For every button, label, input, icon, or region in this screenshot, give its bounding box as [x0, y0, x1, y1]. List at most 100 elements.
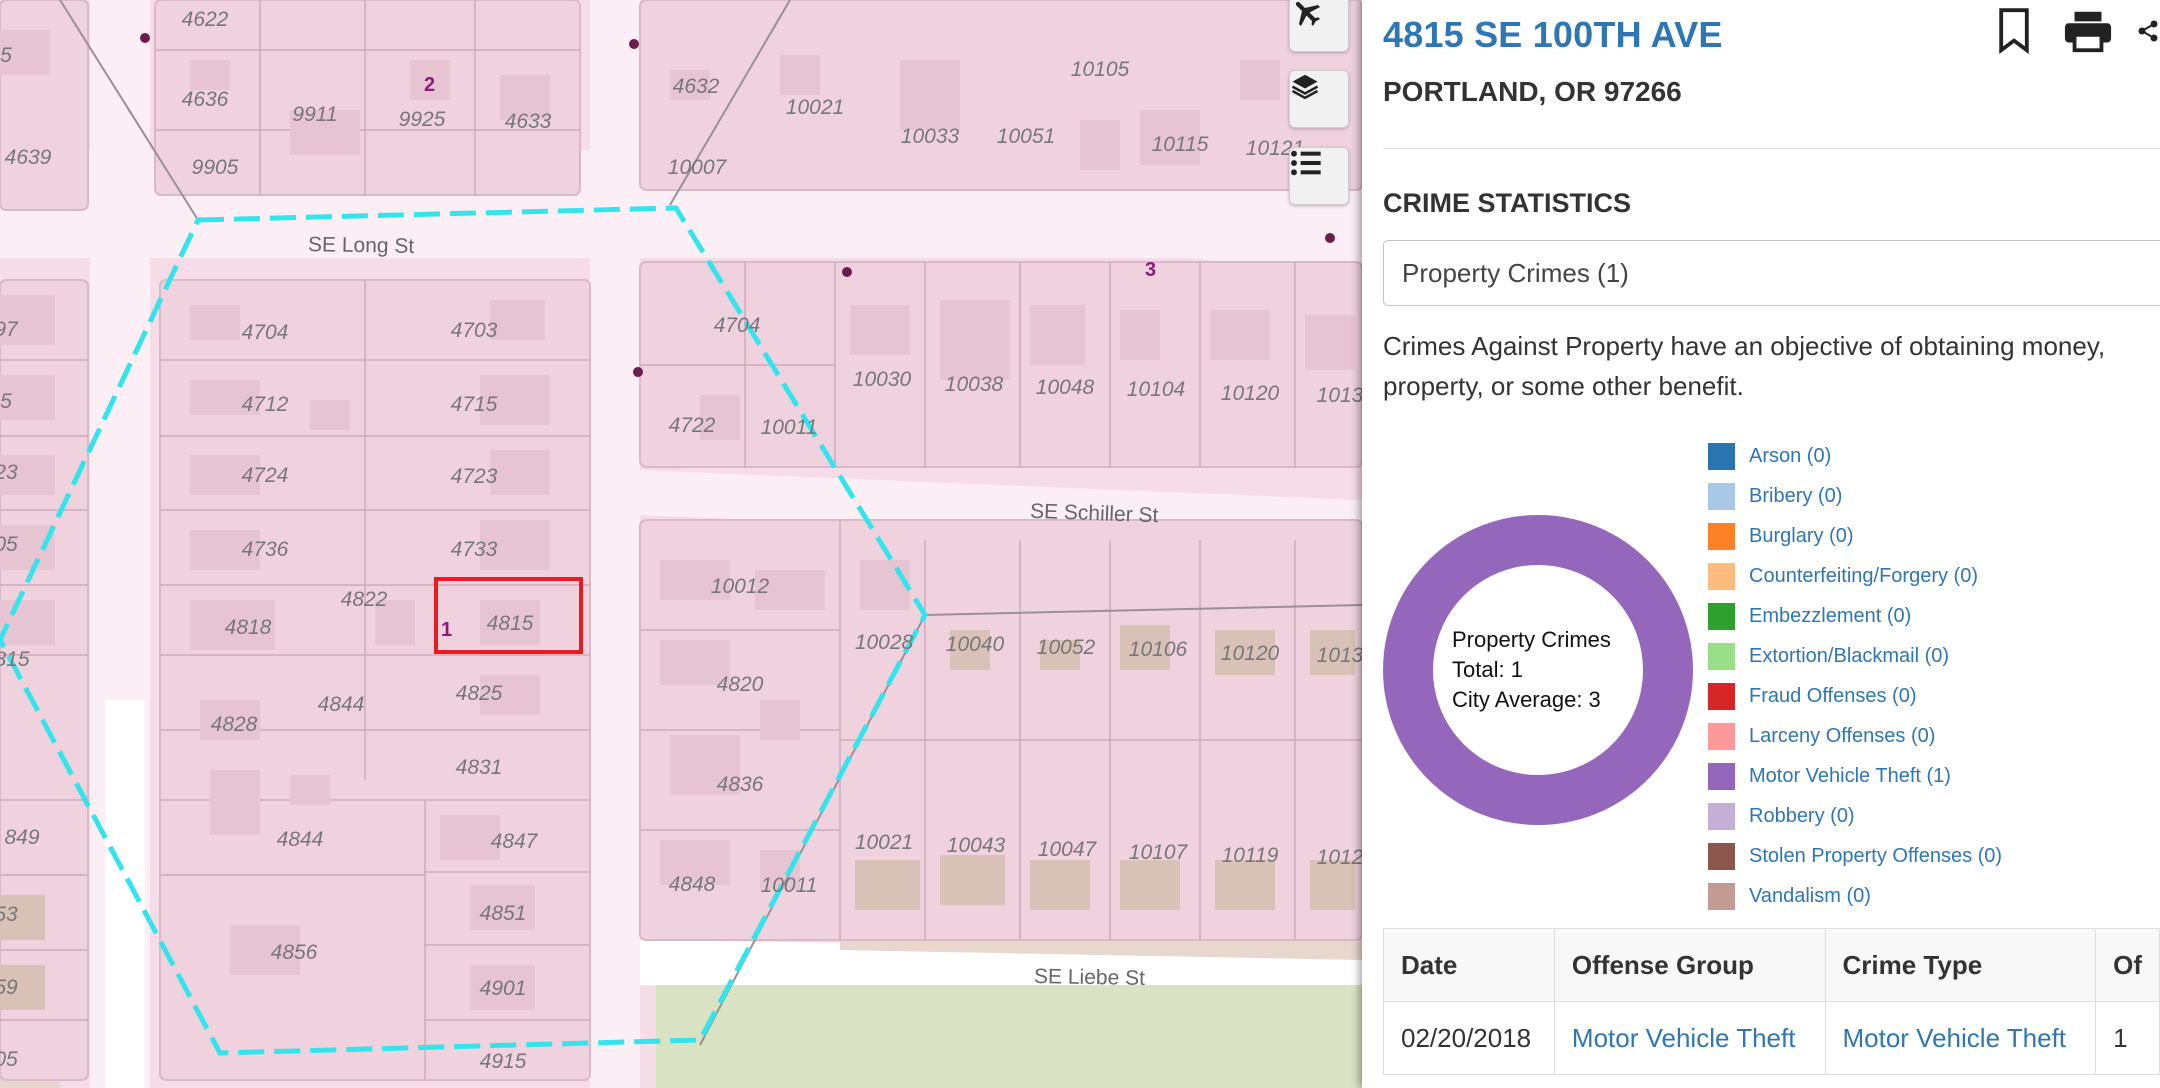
lot-number-label: 9911 [292, 103, 338, 126]
bookmark-button[interactable] [1992, 8, 2036, 54]
legend-item[interactable]: Robbery (0) [1708, 796, 2002, 836]
lot-number-label: 849 [4, 826, 40, 849]
lot-number-label: 4856 [270, 941, 318, 964]
column-header-offense-group[interactable]: Offense Group [1553, 928, 1826, 1002]
offense-group-link[interactable]: Motor Vehicle Theft [1572, 1023, 1796, 1053]
legend-item[interactable]: Extortion/Blackmail (0) [1708, 636, 2002, 676]
legend-label: Larceny Offenses (0) [1749, 724, 1936, 747]
lot-number-label: 4844 [276, 828, 324, 851]
legend-swatch [1708, 442, 1735, 470]
city-line: PORTLAND, OR 97266 [1383, 76, 1682, 107]
cell-date: 02/20/2018 [1383, 1001, 1555, 1075]
share-icon [2138, 20, 2158, 42]
lot-number-label: 1013 [1316, 644, 1362, 667]
column-header-offense-count[interactable]: Of [2095, 928, 2160, 1002]
legend-item[interactable]: Embezzlement (0) [1708, 596, 2002, 636]
legend-item[interactable]: Arson (0) [1708, 436, 2002, 476]
legend-item[interactable]: Bribery (0) [1708, 476, 2002, 516]
lot-number-label: 4836 [716, 773, 764, 796]
lot-number-label: 4715 [450, 393, 498, 416]
lot-number-label: 4712 [241, 393, 289, 416]
lot-number-label: 10030 [852, 368, 912, 391]
cell-offense-count: 1 [2095, 1001, 2160, 1075]
legend-label: Fraud Offenses (0) [1749, 684, 1917, 707]
lot-number-label: 9905 [191, 156, 239, 179]
print-button[interactable] [2060, 8, 2116, 54]
table-row: 02/20/2018 Motor Vehicle Theft Motor Veh… [1383, 1001, 2160, 1075]
lot-number-label: 5 [0, 44, 12, 67]
legend-swatch [1708, 842, 1735, 870]
lot-number-label: 4815 [486, 612, 534, 635]
legend-label: Motor Vehicle Theft (1) [1749, 764, 1951, 787]
cell-offense-group: Motor Vehicle Theft [1553, 1001, 1826, 1075]
details-panel: 4815 SE 100TH AVE PORTLAND, OR 97266 CRI… [1362, 0, 2160, 1088]
lot-number-label: 10047 [1037, 838, 1097, 861]
lot-number-label: 4633 [504, 110, 552, 133]
lot-number-label: 4704 [713, 314, 761, 337]
bookmark-icon [1999, 8, 2029, 54]
lot-number-label: 05 [0, 1048, 18, 1071]
lot-number-label: 10048 [1035, 376, 1095, 399]
plane-icon [1295, 1, 1321, 27]
map-cursor-button[interactable] [1289, 0, 1349, 52]
lot-number-label: 10011 [760, 874, 818, 897]
map-layers-button[interactable] [1289, 70, 1349, 128]
legend-label: Vandalism (0) [1749, 884, 1871, 907]
lot-number-label: 4851 [479, 902, 527, 925]
map-view[interactable]: SE Long St SE Schiller St SE Liebe St 1 … [0, 0, 1362, 1088]
lot-number-label: 10011 [760, 416, 818, 439]
legend-item[interactable]: Motor Vehicle Theft (1) [1708, 756, 2002, 796]
lot-number-label: 10028 [854, 631, 914, 654]
lot-number-label: 4622 [181, 8, 229, 31]
lot-number-label: 10021 [854, 831, 914, 854]
lot-number-label: 9925 [398, 108, 446, 131]
layers-icon [1291, 74, 1319, 100]
map-marker-2[interactable]: 2 [424, 74, 435, 97]
cell-crime-type: Motor Vehicle Theft [1824, 1001, 2097, 1075]
lot-number-label: 53 [0, 903, 18, 926]
lot-number-label: 4722 [668, 414, 716, 437]
street-label-liebe: SE Liebe St [1033, 965, 1146, 990]
lot-number-label: 4820 [716, 673, 764, 696]
lot-number-label: 10043 [946, 834, 1006, 857]
address-title: 4815 SE 100TH AVE [1383, 14, 1723, 55]
lot-number-label: 4736 [241, 538, 289, 561]
lot-number-label: 815 [0, 648, 30, 671]
column-header-crime-type[interactable]: Crime Type [1824, 928, 2097, 1002]
legend-swatch [1708, 802, 1735, 830]
street-label-long: SE Long St [307, 233, 415, 258]
legend-label: Embezzlement (0) [1749, 604, 1912, 627]
share-button[interactable] [2136, 8, 2160, 54]
legend-item[interactable]: Stolen Property Offenses (0) [1708, 836, 2002, 876]
table-header-row: Date Offense Group Crime Type Of [1383, 928, 2160, 1002]
map-marker-3[interactable]: 3 [1145, 259, 1156, 282]
legend-swatch [1708, 642, 1735, 670]
legend-swatch [1708, 882, 1735, 910]
map-legend-button[interactable] [1289, 147, 1349, 205]
lot-number-label: 5 [0, 390, 12, 413]
column-header-date[interactable]: Date [1383, 928, 1555, 1002]
donut-center-line: Total: 1 [1452, 657, 1523, 682]
lot-number-label: 4844 [317, 693, 365, 716]
lot-number-label: 10021 [785, 96, 845, 119]
legend-label: Burglary (0) [1749, 524, 1854, 547]
lot-number-label: 10007 [667, 156, 727, 179]
crime-category-dropdown[interactable]: Property Crimes (1) [1383, 240, 2160, 306]
crime-type-link[interactable]: Motor Vehicle Theft [1843, 1023, 2067, 1053]
crime-table: Date Offense Group Crime Type Of 02/20/2… [1383, 928, 2160, 1075]
legend-item[interactable]: Fraud Offenses (0) [1708, 676, 2002, 716]
lot-number-label: 59 [0, 976, 18, 999]
legend-label: Stolen Property Offenses (0) [1749, 844, 2003, 867]
lot-number-label: 10105 [1070, 58, 1130, 81]
legend-swatch [1708, 602, 1735, 630]
lot-number-label: 4822 [340, 588, 388, 611]
map-marker-1[interactable]: 1 [441, 619, 452, 642]
legend-item[interactable]: Counterfeiting/Forgery (0) [1708, 556, 2002, 596]
lot-number-label: 10040 [945, 633, 1005, 656]
lot-number-label: 23 [0, 461, 18, 484]
lot-number-label: 10033 [900, 125, 960, 148]
legend-item[interactable]: Burglary (0) [1708, 516, 2002, 556]
legend-item[interactable]: Vandalism (0) [1708, 876, 2002, 916]
lot-number-label: 4636 [181, 88, 229, 111]
legend-item[interactable]: Larceny Offenses (0) [1708, 716, 2002, 756]
